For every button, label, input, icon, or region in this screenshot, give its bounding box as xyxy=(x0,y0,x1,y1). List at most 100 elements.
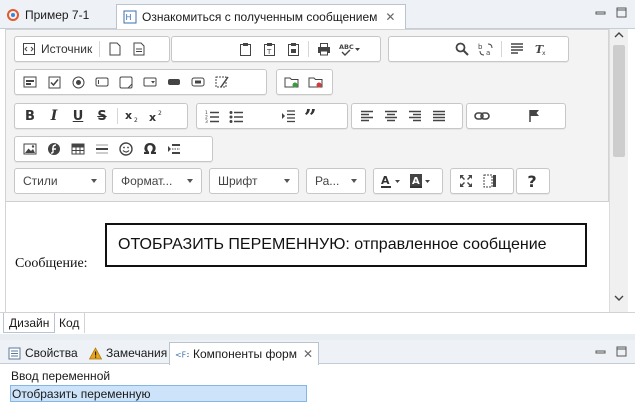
text-field-button[interactable] xyxy=(90,71,114,93)
preview-button[interactable] xyxy=(127,38,151,60)
process-icon xyxy=(6,8,20,22)
folder-add-icon xyxy=(284,77,299,88)
select-button[interactable] xyxy=(138,71,162,93)
close-icon[interactable]: ✕ xyxy=(303,347,313,361)
image-button[interactable] xyxy=(18,138,42,160)
align-center-button[interactable] xyxy=(379,105,403,127)
show-blocks-icon xyxy=(483,174,496,188)
tab-problems[interactable]: Замечания xyxy=(83,342,172,364)
link-button[interactable] xyxy=(470,105,494,127)
new-page-button[interactable] xyxy=(103,38,127,60)
editor-content[interactable]: ОТОБРАЗИТЬ ПЕРЕМЕННУЮ: отправленное сооб… xyxy=(5,202,609,312)
bulleted-list-button[interactable] xyxy=(224,105,248,127)
editor-scrollbar[interactable] xyxy=(609,29,628,312)
find-button[interactable] xyxy=(450,38,474,60)
chevron-down-icon[interactable] xyxy=(614,294,624,302)
horizontal-rule-button[interactable] xyxy=(90,138,114,160)
mode-tab-bar: Дизайн Код xyxy=(0,312,635,334)
template-group xyxy=(276,69,333,95)
page-break-button[interactable] xyxy=(162,138,186,160)
scrollbar-thumb[interactable] xyxy=(613,45,625,157)
paragraph-group: 123 ” xyxy=(196,103,348,129)
format-combo[interactable]: Формат... xyxy=(112,168,202,194)
hidden-field-icon xyxy=(215,76,229,88)
component-label: Ввод переменной xyxy=(11,368,111,383)
size-combo[interactable]: Ра... xyxy=(306,168,366,194)
links-group xyxy=(466,103,566,129)
replace-button[interactable]: ba xyxy=(474,38,498,60)
numbered-list-button[interactable]: 123 xyxy=(200,105,224,127)
print-icon xyxy=(318,43,330,56)
tools-group xyxy=(450,168,514,194)
smiley-button[interactable] xyxy=(114,138,138,160)
tab-design[interactable]: Дизайн xyxy=(3,313,56,333)
bold-button[interactable]: B xyxy=(18,105,42,127)
paste-word-button[interactable] xyxy=(281,38,305,60)
special-char-button[interactable]: Ω xyxy=(138,138,162,160)
select-all-button[interactable] xyxy=(505,38,529,60)
underline-button[interactable]: U xyxy=(66,105,90,127)
checkbox-button[interactable] xyxy=(42,71,66,93)
justify-button[interactable] xyxy=(427,105,451,127)
quote-icon: ” xyxy=(304,109,317,123)
align-left-button[interactable] xyxy=(355,105,379,127)
table-button[interactable] xyxy=(66,138,90,160)
paste-word-icon xyxy=(287,43,299,56)
indent-button[interactable] xyxy=(276,105,300,127)
remove-format-button[interactable]: Tx xyxy=(529,38,553,60)
list-item-selected[interactable]: Отобразить переменную xyxy=(10,385,307,402)
form-button[interactable] xyxy=(18,71,42,93)
styles-combo[interactable]: Стили xyxy=(14,168,106,194)
paste-button[interactable] xyxy=(233,38,257,60)
align-right-button[interactable] xyxy=(403,105,427,127)
minimize-icon[interactable] xyxy=(595,7,606,18)
svg-text:3: 3 xyxy=(205,119,208,123)
maximize-editor-button[interactable] xyxy=(454,170,478,192)
insert-template-button[interactable] xyxy=(280,71,304,93)
components-list: Ввод переменной Отобразить переменную xyxy=(0,365,635,406)
show-blocks-button[interactable] xyxy=(478,170,502,192)
text-color-button[interactable]: A xyxy=(377,170,407,192)
remove-template-button[interactable] xyxy=(304,71,328,93)
editor-toolbar: Источник T ABC ba Tx B I U S x 2 x 2 1 2… xyxy=(5,29,609,202)
print-button[interactable] xyxy=(312,38,336,60)
close-icon[interactable]: ✕ xyxy=(385,10,395,24)
blockquote-button[interactable]: ” xyxy=(300,105,324,127)
font-combo[interactable]: Шрифт xyxy=(209,168,299,194)
spellcheck-button[interactable]: ABC xyxy=(336,38,364,60)
chevron-down-icon xyxy=(187,179,193,183)
radio-button[interactable] xyxy=(66,71,90,93)
flash-icon xyxy=(48,143,60,155)
align-center-icon xyxy=(385,110,397,122)
tab-properties[interactable]: Свойства xyxy=(2,342,83,364)
maximize-icon[interactable] xyxy=(616,7,627,18)
editor-tab-bar: Пример 7-1 H Ознакомиться с полученным с… xyxy=(0,0,635,29)
minimize-icon[interactable] xyxy=(595,346,606,357)
separator xyxy=(99,41,101,57)
hidden-field-button[interactable] xyxy=(210,71,234,93)
textarea-button[interactable] xyxy=(114,71,138,93)
align-left-icon xyxy=(361,110,373,122)
tab-label: Компоненты форм xyxy=(193,347,297,361)
about-button[interactable]: ? xyxy=(520,170,544,192)
list-item[interactable]: Ввод переменной xyxy=(10,367,110,384)
italic-button[interactable]: I xyxy=(42,105,66,127)
display-variable-box[interactable]: ОТОБРАЗИТЬ ПЕРЕМЕННУЮ: отправленное сооб… xyxy=(105,223,587,267)
superscript-button[interactable]: x2 xyxy=(145,105,169,127)
button-element-button[interactable] xyxy=(162,71,186,93)
subscript-button[interactable]: x2 xyxy=(121,105,145,127)
tab-example-7-1[interactable]: Пример 7-1 xyxy=(0,4,115,26)
chevron-up-icon[interactable] xyxy=(614,31,624,39)
tab-code[interactable]: Код xyxy=(54,313,86,333)
source-button[interactable]: Источник xyxy=(18,38,96,60)
flash-button[interactable] xyxy=(42,138,66,160)
maximize-icon[interactable] xyxy=(616,346,627,357)
paste-text-button[interactable]: T xyxy=(257,38,281,60)
anchor-button[interactable] xyxy=(522,105,546,127)
background-color-button[interactable]: A xyxy=(407,170,437,192)
tab-read-message[interactable]: H Ознакомиться с полученным сообщением ✕ xyxy=(116,4,406,29)
tab-form-components[interactable]: <F> Компоненты форм ✕ xyxy=(169,342,320,365)
strike-button[interactable]: S xyxy=(90,105,114,127)
maximize-icon xyxy=(460,175,472,187)
image-button-button[interactable] xyxy=(186,71,210,93)
